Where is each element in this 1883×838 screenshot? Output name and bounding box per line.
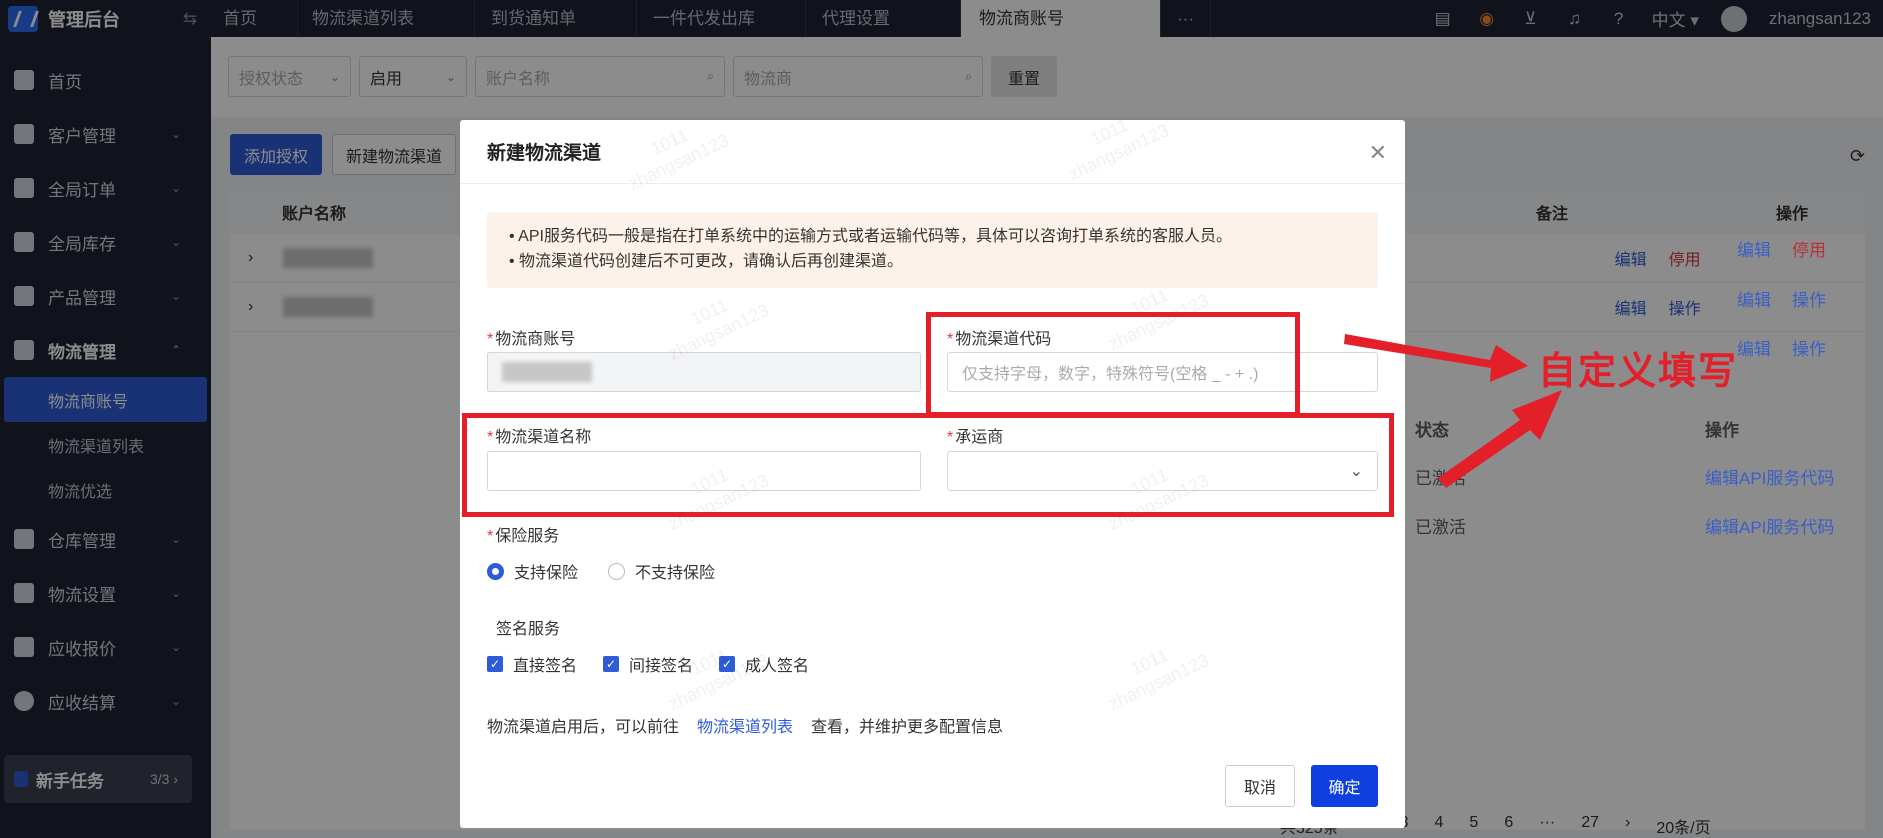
arrow-lower	[1438, 390, 1562, 488]
arrow-upper	[1344, 334, 1528, 382]
app-root: 管理后台 ⇆ 首页 物流渠道列表 到货通知单 一件代发出库 代理设置 物流商账号…	[0, 0, 1883, 838]
annotation-arrows	[1344, 334, 1562, 488]
annotation-text: 自定义填写	[1538, 351, 1739, 393]
